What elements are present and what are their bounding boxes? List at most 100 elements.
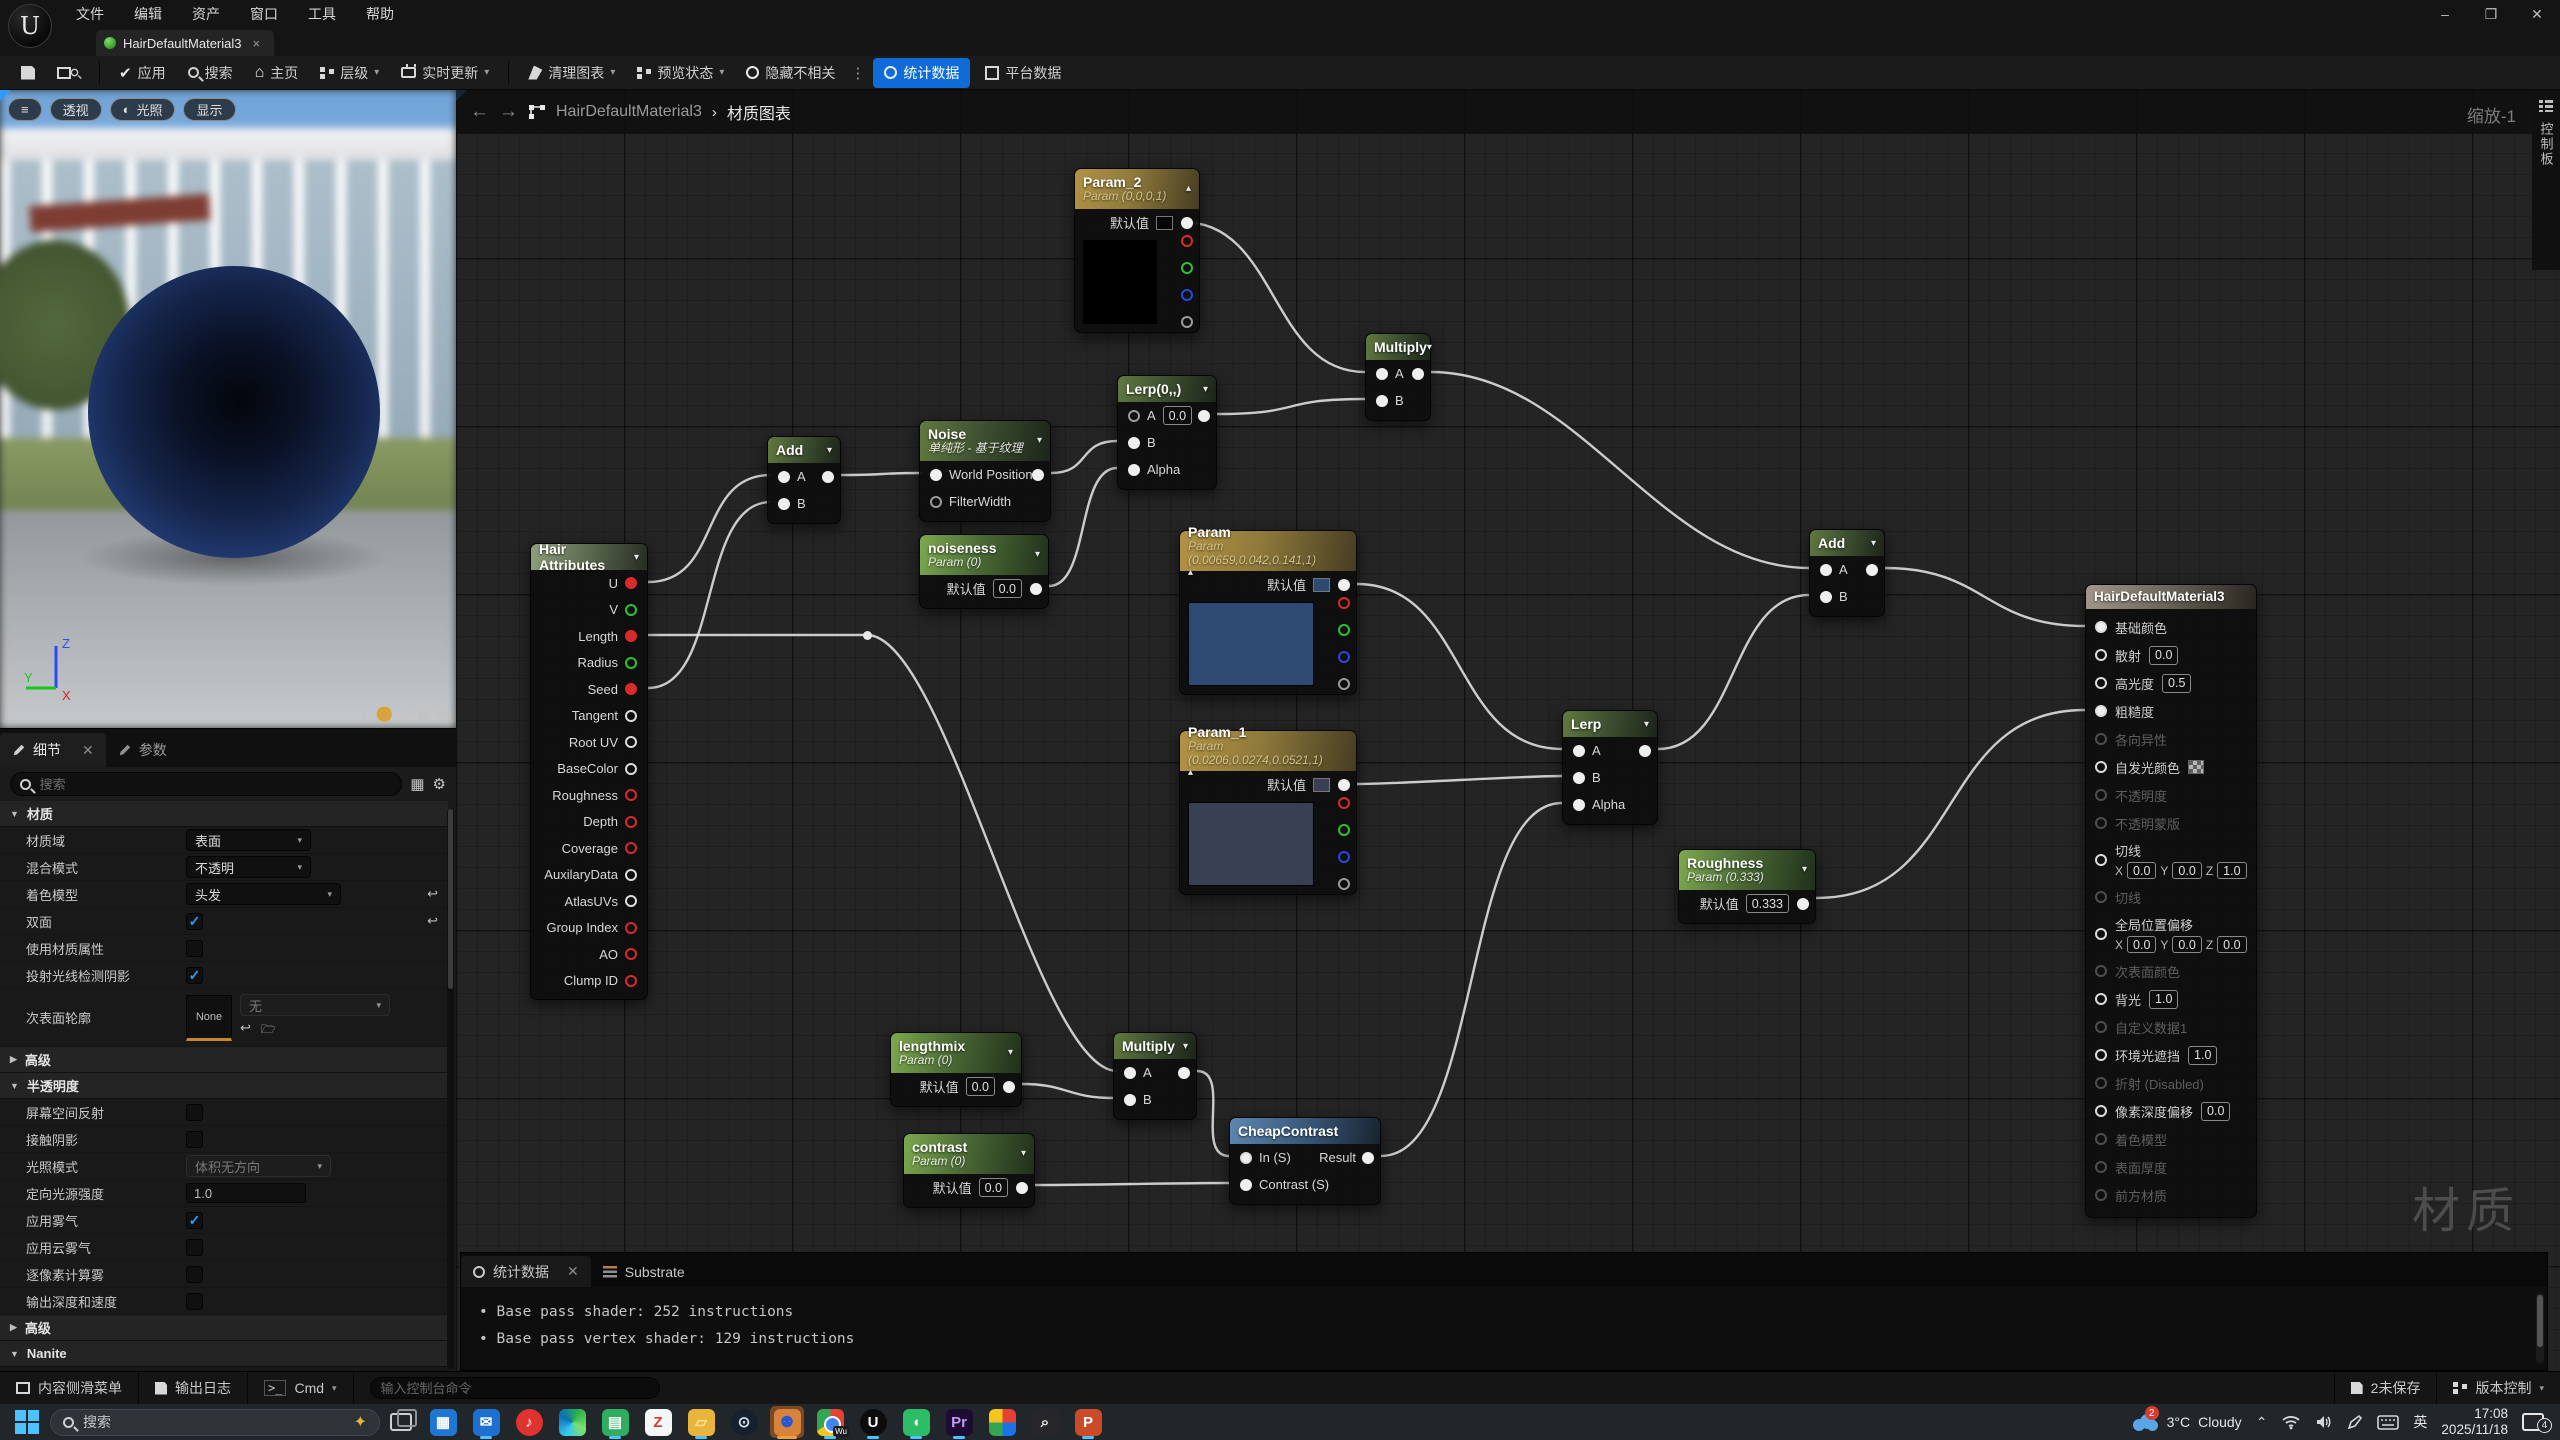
node-header[interactable]: Param_1Param (0.0206,0.0274,0.0521,1)▴ <box>1180 731 1356 771</box>
tab-substrate[interactable]: Substrate <box>591 1256 697 1287</box>
output-Seed-icon[interactable] <box>625 683 637 695</box>
taskbar-icon-powerpoint[interactable]: P <box>1071 1406 1105 1438</box>
dropdown-着色模型[interactable]: 头发▾ <box>186 883 341 905</box>
node-header[interactable]: noisenessParam (0)▾ <box>920 535 1048 575</box>
output-icon[interactable] <box>1003 1081 1015 1093</box>
output-icon[interactable] <box>1639 745 1651 757</box>
input-B-icon[interactable] <box>1128 437 1140 449</box>
value-Z[interactable]: 0.0 <box>2217 936 2246 953</box>
input-切线-icon[interactable] <box>2095 891 2107 903</box>
output-icon[interactable] <box>1412 368 1424 380</box>
shape-mesh-button[interactable]: ◈ <box>436 704 448 722</box>
clean-graph-button[interactable]: 清理图表▾ <box>517 58 626 88</box>
output-icon[interactable] <box>1178 1067 1190 1079</box>
search-button[interactable]: 搜索 <box>177 58 244 88</box>
output-icon[interactable] <box>822 471 834 483</box>
default-value[interactable]: 0.0 <box>979 1178 1008 1197</box>
taskbar-icon-lens-app[interactable]: ⌕ <box>1028 1406 1062 1438</box>
hide-unrelated-button[interactable]: 隐藏不相关 <box>735 58 846 88</box>
green-channel-icon[interactable] <box>1181 262 1193 274</box>
node-header[interactable]: ParamParam (0.00659,0.042,0.141,1)▴ <box>1180 531 1356 571</box>
value-X[interactable]: 0.0 <box>2127 936 2156 953</box>
node-multiply-bottom[interactable]: Multiply▾AB <box>1113 1032 1197 1120</box>
color-swatch[interactable] <box>1156 216 1173 230</box>
checkbox-逐像素计算雾[interactable] <box>186 1266 203 1283</box>
input-value[interactable]: 1.0 <box>2188 1046 2217 1065</box>
gray-channel-icon[interactable] <box>1338 878 1350 890</box>
node-header[interactable]: RoughnessParam (0.333)▾ <box>1679 850 1815 890</box>
browse-button[interactable] <box>46 58 91 88</box>
settings-gear-icon[interactable]: ⚙ <box>433 775 446 793</box>
node-header[interactable]: Hair Attributes▾ <box>531 544 647 570</box>
color-swatch[interactable] <box>1313 578 1330 592</box>
checkbox-输出深度和速度[interactable] <box>186 1293 203 1310</box>
input-各向异性-icon[interactable] <box>2095 733 2107 745</box>
node-lerp0[interactable]: Lerp(0,,)▾A0.0BAlpha <box>1117 375 1217 490</box>
input-粗糙度-icon[interactable] <box>2095 705 2107 717</box>
node-roughness[interactable]: RoughnessParam (0.333)▾默认值0.333 <box>1678 849 1816 924</box>
show-button[interactable]: 显示 <box>183 98 235 121</box>
taskbar-icon-outlook[interactable]: ✉ <box>469 1406 503 1438</box>
default-value[interactable]: 0.0 <box>993 579 1022 598</box>
collapse-icon[interactable]: ▾ <box>1644 719 1649 730</box>
collapse-icon[interactable]: ▾ <box>1037 435 1042 446</box>
input-散射-icon[interactable] <box>2095 649 2107 661</box>
notification-icon[interactable]: 4 <box>2522 1413 2544 1431</box>
emissive-swatch[interactable] <box>2188 760 2204 774</box>
checkbox-屏幕空间反射[interactable] <box>186 1104 203 1121</box>
details-scrollbar[interactable] <box>447 809 454 1369</box>
console-command-input[interactable] <box>370 1377 660 1399</box>
blue-channel-icon[interactable] <box>1181 289 1193 301</box>
collapse-icon[interactable]: ▾ <box>1427 342 1432 353</box>
node-header[interactable]: Param_2Param (0,0,0,1)▴ <box>1075 169 1199 209</box>
red-channel-icon[interactable] <box>1338 597 1350 609</box>
node-header[interactable]: Lerp(0,,)▾ <box>1118 376 1216 402</box>
node-multiply-top[interactable]: Multiply▾AB <box>1365 333 1431 421</box>
checkbox-双面[interactable]: ✓ <box>186 913 203 930</box>
taskbar-icon-steam[interactable]: ⊙ <box>727 1406 761 1438</box>
default-value[interactable]: 0.0 <box>966 1077 995 1096</box>
preview-viewport[interactable]: ≡ 透视 ◐光照 显示 Z Y X ▯ ⬤ ◇ ▦ ◈ <box>0 90 456 728</box>
clock[interactable]: 17:08 2025/11/18 <box>2441 1406 2508 1438</box>
input-value[interactable]: 0.5 <box>2162 674 2191 693</box>
output-Clump ID-icon[interactable] <box>625 975 637 987</box>
lit-mode-button[interactable]: ◐光照 <box>110 98 176 121</box>
taskbar-icon-store[interactable]: ▦ <box>426 1406 460 1438</box>
input-B-icon[interactable] <box>1573 772 1585 784</box>
output-AtlasUVs-icon[interactable] <box>625 895 637 907</box>
input-不透明蒙版-icon[interactable] <box>2095 817 2107 829</box>
section-高级[interactable]: ▶高级 <box>0 1047 448 1073</box>
hierarchy-button[interactable]: 层级▾ <box>309 58 390 88</box>
details-search-input[interactable] <box>38 776 393 793</box>
input-高光度-icon[interactable] <box>2095 677 2107 689</box>
taskbar-icon-wechat[interactable]: ◖ <box>899 1406 933 1438</box>
menu-item-3[interactable]: 窗口 <box>238 1 290 27</box>
node-header[interactable]: CheapContrast <box>1230 1118 1380 1144</box>
collapse-icon[interactable]: ▾ <box>634 552 639 563</box>
cmd-selector[interactable]: >_ Cmd▾ <box>248 1372 354 1404</box>
output-icon[interactable] <box>1032 469 1044 481</box>
material-graph[interactable]: 材质 Param_2Param (0,0,0,1)▴默认值Multiply▾AB… <box>456 90 2560 1371</box>
node-lengthmix[interactable]: lengthmixParam (0)▾默认值0.0 <box>890 1032 1022 1107</box>
input-A-icon[interactable] <box>1128 410 1140 422</box>
input-前方材质-icon[interactable] <box>2095 1189 2107 1201</box>
blue-channel-icon[interactable] <box>1338 851 1350 863</box>
input-次表面颜色-icon[interactable] <box>2095 965 2107 977</box>
input-B-icon[interactable] <box>1376 395 1388 407</box>
input-表面厚度-icon[interactable] <box>2095 1161 2107 1173</box>
node-hair[interactable]: Hair Attributes▾UVLengthRadiusSeedTangen… <box>530 543 648 1000</box>
value-Y[interactable]: 0.0 <box>2172 936 2201 953</box>
menu-item-4[interactable]: 工具 <box>296 1 348 27</box>
gray-channel-icon[interactable] <box>1338 678 1350 690</box>
shape-sphere-button[interactable]: ⬤ <box>376 704 393 722</box>
section-材质[interactable]: ▼材质 <box>0 801 448 827</box>
input-全局位置偏移-icon[interactable] <box>2095 928 2107 940</box>
value-Y[interactable]: 0.0 <box>2172 862 2201 879</box>
input-不透明度-icon[interactable] <box>2095 789 2107 801</box>
input-A-icon[interactable] <box>778 471 790 483</box>
wifi-icon[interactable] <box>2281 1414 2301 1430</box>
node-header[interactable]: Noise单纯形 - 基于纹理▾ <box>920 421 1050 461</box>
revert-arrow-icon[interactable]: ↩ <box>427 913 438 929</box>
menu-item-1[interactable]: 编辑 <box>122 1 174 27</box>
input-value[interactable]: 0.0 <box>2149 646 2178 665</box>
